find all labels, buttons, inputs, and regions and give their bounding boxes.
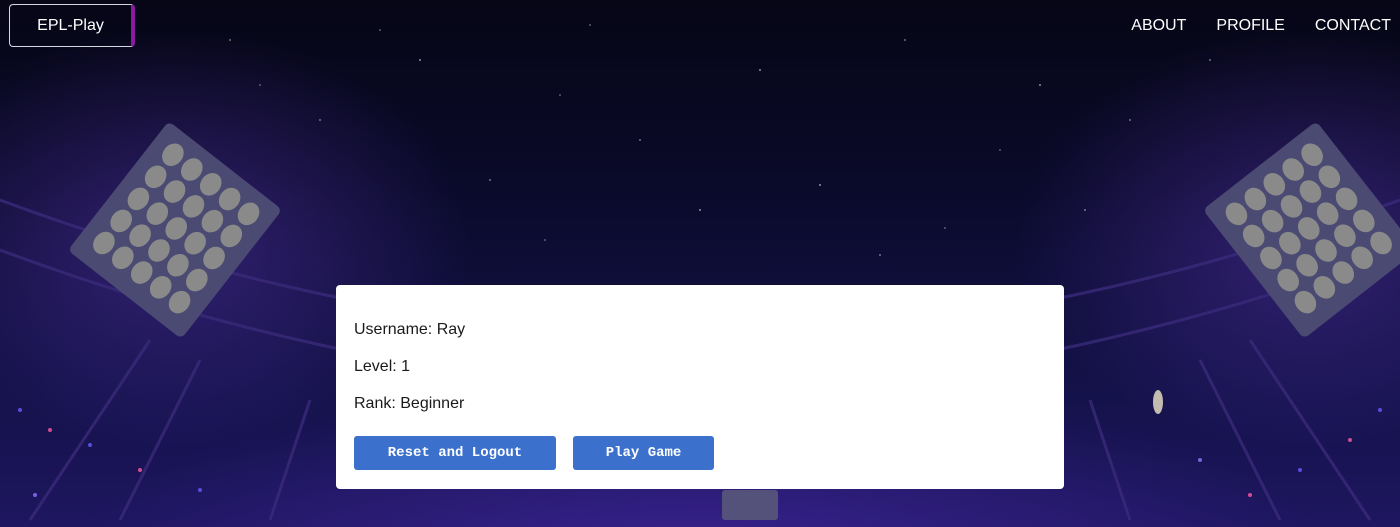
reset-logout-button[interactable]: Reset and Logout <box>354 436 556 470</box>
nav-about-link[interactable]: ABOUT <box>1131 17 1186 35</box>
nav-profile-link[interactable]: PROFILE <box>1216 17 1284 35</box>
top-nav: ABOUT PROFILE CONTACT <box>1131 17 1391 35</box>
level-text: Level: 1 <box>354 358 411 375</box>
username-text: Username: Ray <box>354 321 466 338</box>
nav-contact-link[interactable]: CONTACT <box>1315 17 1391 35</box>
profile-actions: Reset and Logout Play Game <box>354 436 714 470</box>
profile-card: Username: Ray Level: 1 Rank: Beginner Re… <box>336 285 1064 489</box>
rank-text: Rank: Beginner <box>354 395 465 412</box>
logo-button[interactable]: EPL-Play <box>9 4 135 47</box>
play-game-button[interactable]: Play Game <box>573 436 714 470</box>
